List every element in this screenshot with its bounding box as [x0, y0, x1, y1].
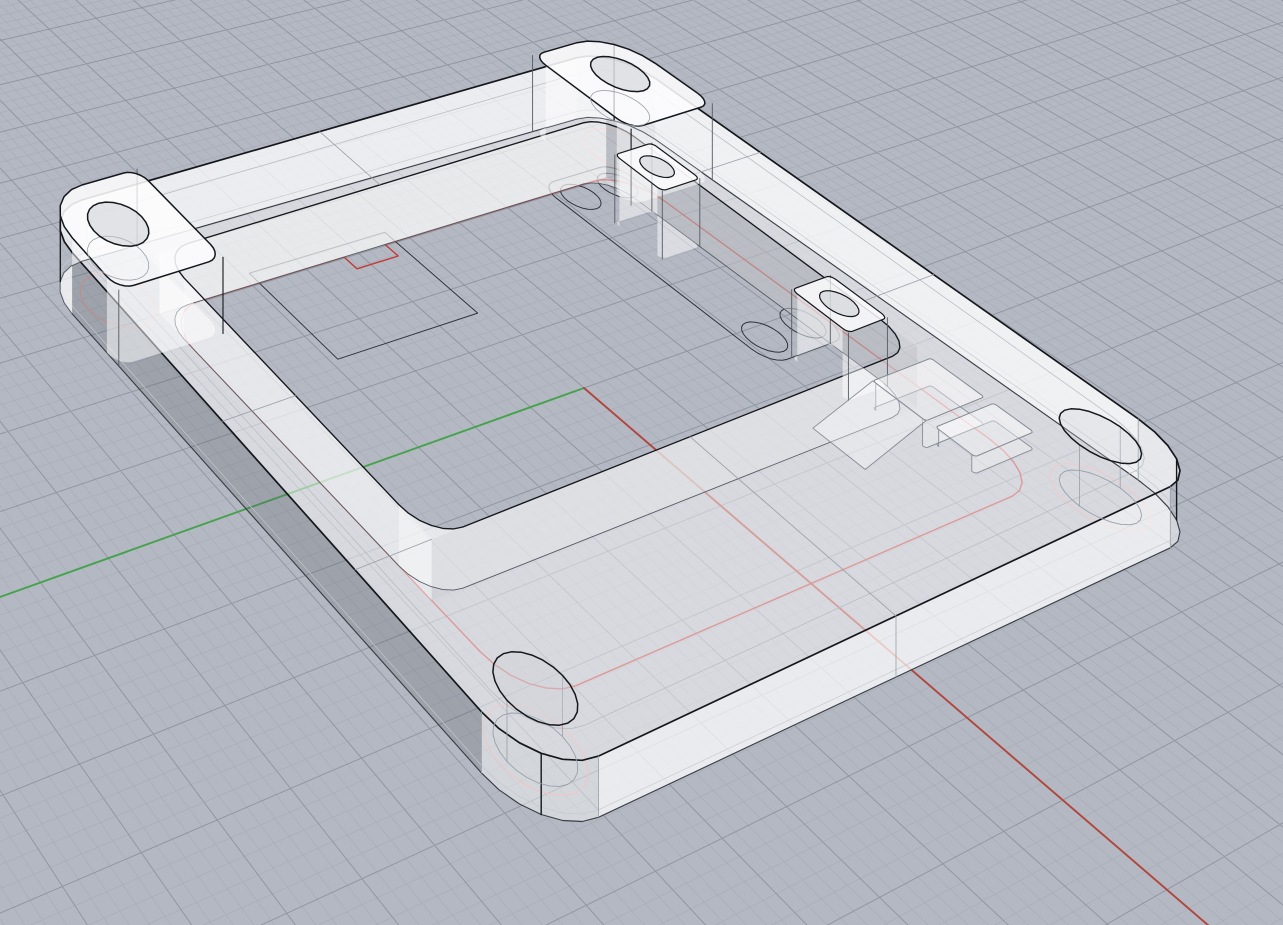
cad-3d-scene[interactable] — [0, 0, 1283, 925]
cad-viewport[interactable] — [0, 0, 1283, 925]
